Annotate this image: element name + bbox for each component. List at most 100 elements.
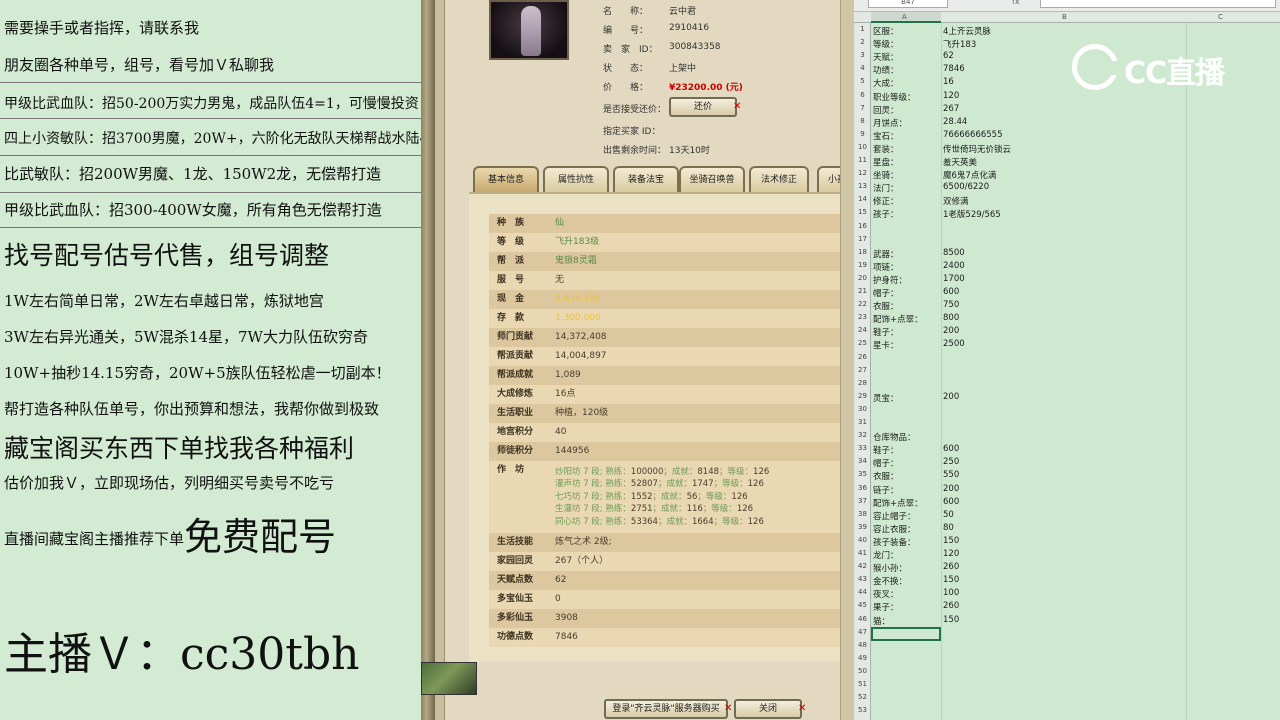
row-number[interactable]: 23	[854, 313, 871, 321]
row-number[interactable]: 50	[854, 667, 871, 675]
cell-a[interactable]: 月饼点：	[873, 117, 907, 129]
cell-a[interactable]: 果子：	[873, 601, 899, 613]
cell-b[interactable]: 76666666555	[943, 130, 1003, 140]
cell-a[interactable]: 功绩：	[873, 64, 899, 76]
row-number[interactable]: 21	[854, 287, 871, 295]
row-number[interactable]: 27	[854, 366, 871, 374]
formula-input[interactable]	[1040, 0, 1276, 8]
cell-a[interactable]: 金不换：	[873, 575, 907, 587]
row-number[interactable]: 5	[854, 77, 871, 85]
row-number[interactable]: 9	[854, 130, 871, 138]
cell-b[interactable]: 双修满	[943, 195, 969, 207]
row-number[interactable]: 36	[854, 484, 871, 492]
cell-b[interactable]: 150	[943, 615, 959, 625]
cell-a[interactable]: 星卡：	[873, 339, 899, 351]
cell-a[interactable]: 回灵：	[873, 104, 899, 116]
cell-a[interactable]: 帽子：	[873, 457, 899, 469]
cell-a[interactable]: 夜叉：	[873, 588, 899, 600]
cell-a[interactable]: 大成：	[873, 77, 899, 89]
cell-a[interactable]: 帽子：	[873, 287, 899, 299]
row-number[interactable]: 32	[854, 431, 871, 439]
cell-b[interactable]: 200	[943, 392, 959, 402]
cell-a[interactable]: 灵宝：	[873, 392, 899, 404]
cell-a[interactable]: 链子：	[873, 484, 899, 496]
cell-a[interactable]: 区服：	[873, 25, 899, 37]
cell-a[interactable]: 武器：	[873, 248, 899, 260]
row-number[interactable]: 49	[854, 654, 871, 662]
cell-b[interactable]: 600	[943, 287, 959, 297]
row-number[interactable]: 1	[854, 25, 871, 33]
name-box[interactable]: B47	[868, 0, 948, 8]
cell-a[interactable]: 孩子装备：	[873, 536, 916, 548]
row-number[interactable]: 11	[854, 156, 871, 164]
row-number[interactable]: 3	[854, 51, 871, 59]
row-number[interactable]: 7	[854, 104, 871, 112]
tab-basic-info[interactable]: 基本信息	[473, 166, 539, 192]
cell-a[interactable]: 护身符：	[873, 274, 907, 286]
cell-b[interactable]: 8500	[943, 248, 965, 258]
cell-b[interactable]: 7846	[943, 64, 965, 74]
cell-b[interactable]: 800	[943, 313, 959, 323]
close-x-icon[interactable]: ✕	[733, 101, 741, 112]
tab-mounts-summons[interactable]: 坐骑召唤兽	[679, 166, 745, 192]
cell-b[interactable]: 80	[943, 523, 954, 533]
cell-a[interactable]: 鞋子：	[873, 326, 899, 338]
cell-b[interactable]: 150	[943, 575, 959, 585]
row-number[interactable]: 2	[854, 38, 871, 46]
cell-b[interactable]: 260	[943, 601, 959, 611]
cell-b[interactable]: 16	[943, 77, 954, 87]
cell-b[interactable]: 750	[943, 300, 959, 310]
cell-a[interactable]: 套装：	[873, 143, 899, 155]
cell-b[interactable]: 120	[943, 549, 959, 559]
cell-a[interactable]: 配饰+点翠：	[873, 313, 923, 325]
cell-a[interactable]: 星盘：	[873, 156, 899, 168]
tab-equipment[interactable]: 装备法宝	[613, 166, 679, 192]
row-number[interactable]: 35	[854, 470, 871, 478]
cell-b[interactable]: 200	[943, 326, 959, 336]
row-number[interactable]: 28	[854, 379, 871, 387]
row-number[interactable]: 12	[854, 169, 871, 177]
row-number[interactable]: 8	[854, 117, 871, 125]
row-number[interactable]: 45	[854, 601, 871, 609]
row-number[interactable]: 17	[854, 235, 871, 243]
cell-a[interactable]: 配饰+点翠：	[873, 497, 923, 509]
row-number[interactable]: 13	[854, 182, 871, 190]
cell-b[interactable]: 飞升183	[943, 38, 976, 50]
row-number[interactable]: 22	[854, 300, 871, 308]
cell-b[interactable]: 50	[943, 510, 954, 520]
row-number[interactable]: 10	[854, 143, 871, 151]
row-number[interactable]: 20	[854, 274, 871, 282]
cell-a[interactable]: 天赋：	[873, 51, 899, 63]
row-number[interactable]: 18	[854, 248, 871, 256]
cell-b[interactable]: 250	[943, 457, 959, 467]
cell-b[interactable]: 魔6鬼7点化满	[943, 169, 996, 181]
row-number[interactable]: 39	[854, 523, 871, 531]
selected-cell[interactable]	[871, 627, 941, 641]
cell-b[interactable]: 550	[943, 470, 959, 480]
cell-a[interactable]: 猴小孙：	[873, 562, 907, 574]
row-number[interactable]: 38	[854, 510, 871, 518]
row-number[interactable]: 48	[854, 641, 871, 649]
cell-a[interactable]: 容止衣服：	[873, 523, 916, 535]
row-number[interactable]: 31	[854, 418, 871, 426]
cell-a[interactable]: 等级：	[873, 38, 899, 50]
row-number[interactable]: 14	[854, 195, 871, 203]
cell-b[interactable]: 120	[943, 91, 959, 101]
column-header-c[interactable]: C	[1218, 13, 1223, 21]
cell-a[interactable]: 猫：	[873, 615, 890, 627]
cell-a[interactable]: 法门：	[873, 182, 899, 194]
cell-b[interactable]: 羞天英美	[943, 156, 977, 168]
cell-b[interactable]: 6500/6220	[943, 182, 989, 192]
row-number[interactable]: 46	[854, 615, 871, 623]
row-number[interactable]: 37	[854, 497, 871, 505]
haggle-button[interactable]: 还价	[669, 97, 737, 117]
cell-a[interactable]: 职业等级：	[873, 91, 916, 103]
login-server-buy-button[interactable]: 登录"齐云灵脉"服务器购买	[604, 699, 728, 719]
row-number[interactable]: 51	[854, 680, 871, 688]
row-number[interactable]: 19	[854, 261, 871, 269]
cell-b[interactable]: 62	[943, 51, 954, 61]
row-number[interactable]: 29	[854, 392, 871, 400]
cell-b[interactable]: 2400	[943, 261, 965, 271]
row-number[interactable]: 53	[854, 706, 871, 714]
cell-a[interactable]: 宝石：	[873, 130, 899, 142]
